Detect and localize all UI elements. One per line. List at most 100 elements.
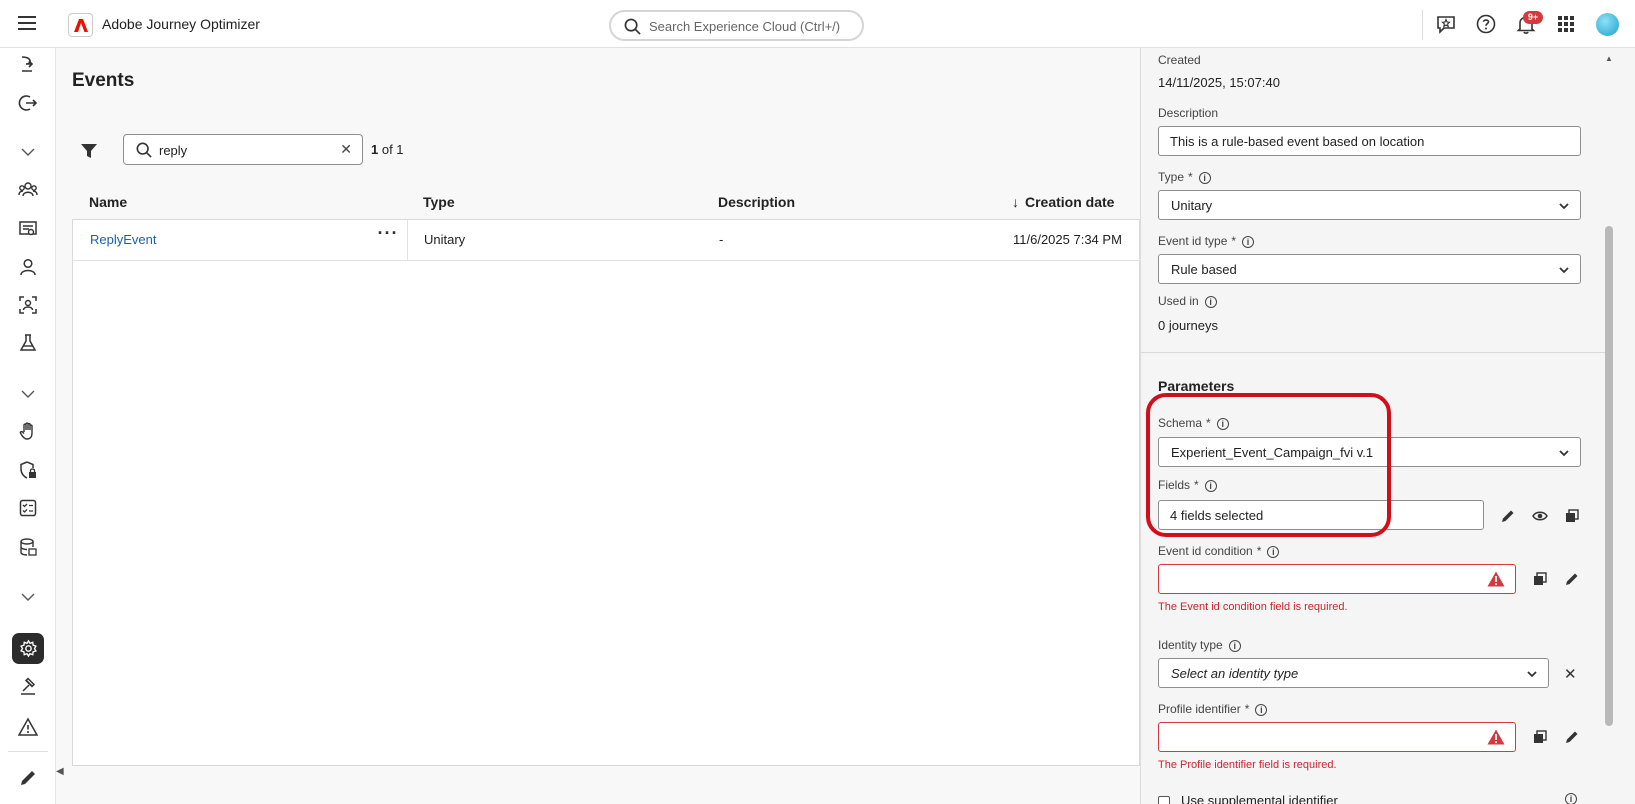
info-icon[interactable]: i — [1198, 171, 1211, 184]
scroll-up-icon[interactable]: ▲ — [1605, 54, 1613, 63]
events-search-input[interactable] — [159, 141, 329, 159]
avatar[interactable] — [1596, 13, 1619, 36]
copy-icon[interactable] — [1532, 729, 1548, 745]
profile-identifier-field[interactable] — [1158, 722, 1516, 752]
scroll-left-icon[interactable]: ◀ — [56, 766, 64, 777]
info-icon[interactable]: i — [1255, 703, 1268, 716]
help-icon[interactable] — [1475, 13, 1497, 35]
result-count: 1 of 1 — [371, 142, 404, 157]
alert-icon[interactable] — [17, 716, 39, 738]
parameters-title: Parameters — [1158, 378, 1235, 394]
info-icon[interactable]: i — [1267, 545, 1280, 558]
experiment-icon[interactable] — [17, 332, 39, 354]
used-in-value: 0 journeys — [1158, 318, 1218, 333]
hand-icon[interactable] — [17, 420, 39, 442]
table-row[interactable]: ReplyEvent ··· Unitary - 11/6/2025 7:34 … — [73, 220, 1141, 261]
info-icon[interactable]: i — [1216, 417, 1229, 430]
profile-identifier-error: The Profile identifier field is required… — [1158, 759, 1337, 771]
column-creation-date[interactable]: ↓ Creation date — [1012, 194, 1114, 210]
fields-label: Fields * i — [1158, 478, 1217, 492]
chevron-down-icon[interactable] — [17, 586, 39, 608]
notification-badge: 9+ — [1523, 11, 1543, 24]
fields-input[interactable]: 4 fields selected — [1158, 500, 1484, 530]
data-icon[interactable] — [17, 536, 39, 558]
events-search[interactable]: ✕ — [123, 134, 363, 165]
more-actions-icon[interactable]: ··· — [376, 224, 400, 248]
created-value: 14/11/2025, 15:07:40 — [1158, 75, 1280, 90]
top-bar: Adobe Journey Optimizer 9+ — [0, 0, 1635, 48]
identity-type-select[interactable]: Select an identity type — [1158, 658, 1549, 688]
info-icon[interactable]: i — [1204, 479, 1217, 492]
description-field[interactable]: This is a rule-based event based on loca… — [1158, 126, 1581, 156]
admin-icon[interactable] — [17, 676, 39, 698]
page-title: Events — [72, 70, 135, 91]
profile-identifier-label: Profile identifier * i — [1158, 702, 1268, 716]
apps-grid-icon[interactable] — [1555, 13, 1577, 35]
edit-icon[interactable] — [17, 767, 39, 789]
journey-icon[interactable] — [17, 53, 39, 75]
event-details-panel: Created 14/11/2025, 15:07:40 Description… — [1140, 48, 1635, 804]
column-type[interactable]: Type — [423, 194, 455, 210]
event-description: - — [719, 232, 724, 247]
event-id-condition-field[interactable] — [1158, 564, 1516, 594]
search-icon — [136, 142, 152, 158]
app-name[interactable]: Adobe Journey Optimizer — [102, 16, 260, 32]
event-name-link[interactable]: ReplyEvent — [90, 232, 156, 247]
eye-icon[interactable] — [1532, 508, 1548, 524]
description-label: Description — [1158, 106, 1219, 120]
supplemental-identifier-label: Use supplemental identifier — [1181, 793, 1338, 804]
checklist-icon[interactable] — [17, 497, 39, 519]
chevron-down-icon — [1558, 264, 1570, 276]
logout-icon[interactable] — [17, 92, 39, 114]
global-search-input[interactable] — [649, 17, 859, 35]
info-icon[interactable]: i — [1204, 295, 1217, 308]
vertical-scrollbar[interactable]: ▲ — [1602, 48, 1616, 804]
copy-icon[interactable] — [1532, 571, 1548, 587]
info-icon[interactable]: i — [1565, 793, 1577, 804]
supplemental-identifier-checkbox[interactable] — [1158, 796, 1170, 804]
menu-icon[interactable] — [18, 16, 36, 30]
event-id-type-select[interactable]: Rule based — [1158, 254, 1581, 284]
schema-select[interactable]: Experient_Event_Campaign_fvi v.1 — [1158, 437, 1581, 467]
chevron-down-icon[interactable] — [17, 141, 39, 163]
identity-icon[interactable] — [17, 294, 39, 316]
copy-icon[interactable] — [1564, 508, 1580, 524]
content-icon[interactable] — [17, 218, 39, 240]
close-icon[interactable]: ✕ — [1564, 665, 1580, 683]
events-table: ReplyEvent ··· Unitary - 11/6/2025 7:34 … — [72, 219, 1141, 766]
rail-divider — [8, 751, 48, 752]
warning-icon — [1487, 571, 1505, 587]
chevron-down-icon — [1526, 668, 1538, 680]
shield-lock-icon[interactable] — [17, 459, 39, 481]
filter-icon[interactable] — [80, 142, 98, 160]
edit-icon[interactable] — [1564, 729, 1580, 745]
clear-search-icon[interactable]: ✕ — [340, 141, 352, 158]
edit-icon[interactable] — [1500, 508, 1516, 524]
column-description[interactable]: Description — [718, 194, 795, 210]
warning-icon — [1487, 729, 1505, 745]
adobe-logo[interactable] — [68, 13, 93, 37]
type-label: Type * i — [1158, 170, 1211, 184]
settings-icon[interactable] — [12, 633, 44, 664]
table-header: Name Type Description ↓ Creation date — [72, 190, 1140, 220]
feedback-icon[interactable] — [1435, 13, 1457, 35]
audiences-icon[interactable] — [17, 179, 39, 201]
info-icon[interactable]: i — [1228, 639, 1241, 652]
scroll-thumb[interactable] — [1605, 226, 1613, 726]
column-name[interactable]: Name — [89, 194, 127, 210]
event-id-condition-label: Event id condition * i — [1158, 544, 1280, 558]
identity-type-label: Identity type i — [1158, 638, 1241, 652]
schema-label: Schema * i — [1158, 416, 1229, 430]
horizontal-scrollbar[interactable]: ◀ — [56, 766, 1140, 780]
edit-icon[interactable] — [1564, 571, 1580, 587]
chevron-down-icon — [1558, 447, 1570, 459]
chevron-down-icon[interactable] — [17, 383, 39, 405]
profile-icon[interactable] — [17, 256, 39, 278]
event-creation-date: 11/6/2025 7:34 PM — [1013, 232, 1122, 247]
chevron-down-icon — [1558, 200, 1570, 212]
global-search[interactable] — [609, 10, 864, 41]
type-select[interactable]: Unitary — [1158, 190, 1581, 220]
top-divider — [1422, 10, 1423, 40]
info-icon[interactable]: i — [1242, 235, 1255, 248]
event-id-condition-error: The Event id condition field is required… — [1158, 601, 1348, 613]
